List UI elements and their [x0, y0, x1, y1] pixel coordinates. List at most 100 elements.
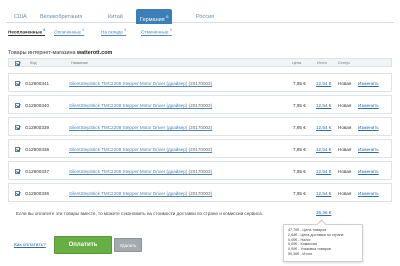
- row-total-link[interactable]: 12,54 €: [316, 103, 331, 108]
- table-row: G12900336 SilentStepStick TMC2208 Steppe…: [8, 183, 392, 202]
- filter-tab-count: 0: [82, 28, 85, 32]
- row-edit-link[interactable]: Изменить: [358, 191, 379, 196]
- row-code: G12900336: [25, 191, 50, 196]
- table-row: G12900341 SilentStepStick TMC2208 Steppe…: [8, 73, 392, 92]
- country-tab-usa[interactable]: США: [10, 12, 31, 23]
- row-checkbox[interactable]: [15, 191, 20, 196]
- row-product-link[interactable]: SilentStepStick TMC2208 Stepper Motor Dr…: [69, 169, 212, 174]
- header-name: Название: [71, 61, 88, 65]
- tooltip-line-total: 50,36€ - Итого: [288, 251, 313, 256]
- row-price: 7,95 €: [293, 191, 306, 196]
- table-row: G12900339 SilentStepStick TMC2208 Steppe…: [8, 117, 392, 136]
- row-total-link[interactable]: 12,54 €: [316, 169, 331, 174]
- country-tab-count: 6: [166, 14, 169, 19]
- filter-tab-count: 0: [169, 28, 172, 32]
- country-tab-label: Великобритания: [40, 14, 83, 20]
- pay-button[interactable]: Оплатить: [54, 236, 112, 254]
- row-code: G12900341: [25, 81, 50, 86]
- section-caption-text: Товары интернет-магазина: [8, 50, 76, 56]
- select-all-checkbox[interactable]: [15, 61, 20, 66]
- table-row: G12900340 SilentStepStick TMC2208 Steppe…: [8, 95, 392, 114]
- total-sum-link[interactable]: 36,36 €: [316, 210, 331, 215]
- row-status: Новая: [338, 169, 352, 174]
- row-edit-link[interactable]: Изменить: [358, 81, 379, 86]
- row-status: Новая: [338, 191, 352, 196]
- row-price: 7,95 €: [293, 81, 306, 86]
- combine-savings-note: Если вы оплатите эти товары вместе, то м…: [16, 211, 263, 216]
- row-product-link[interactable]: SilentStepStick TMC2208 Stepper Motor Dr…: [69, 147, 212, 152]
- row-checkbox[interactable]: [15, 147, 20, 152]
- section-caption: Товары интернет-магазина watterott.com: [8, 50, 112, 56]
- header-shipping: Итого: [317, 61, 327, 65]
- row-price: 7,95 €: [293, 147, 306, 152]
- store-name: watterott.com: [76, 50, 113, 56]
- row-product-name: SilentStepStick TMC2208 Stepper Motor Dr…: [69, 169, 188, 174]
- row-product-name: SilentStepStick TMC2208 Stepper Motor Dr…: [69, 191, 188, 196]
- row-product-ref: (20170003): [188, 147, 213, 152]
- row-checkbox[interactable]: [15, 81, 20, 86]
- row-price: 7,95 €: [293, 125, 306, 130]
- row-checkbox[interactable]: [15, 125, 20, 130]
- country-tab-label: США: [14, 14, 27, 20]
- row-checkbox[interactable]: [15, 103, 20, 108]
- row-total-link[interactable]: 12,54 €: [316, 147, 331, 152]
- filter-tab-paid[interactable]: Оплаченные 0: [54, 28, 84, 35]
- country-tabs: США Великобритания Китай Германия 6 Росс…: [6, 9, 394, 24]
- filter-tab-label: Оплаченные: [54, 29, 82, 35]
- filter-tab-label: На складе: [101, 29, 123, 35]
- country-tab-germany[interactable]: Германия 6: [136, 9, 173, 24]
- cost-breakdown-tooltip: 47,70€ - Цена товаров 2,64€ - Цена доста…: [283, 224, 363, 262]
- row-product-link[interactable]: SilentStepStick TMC2208 Stepper Motor Dr…: [69, 103, 212, 108]
- table-header: Код Название Цена Итого Статус: [8, 58, 392, 67]
- row-product-ref: (20170003): [188, 169, 213, 174]
- delete-button[interactable]: Удалить: [114, 238, 142, 252]
- filter-tab-count: 0: [124, 28, 127, 32]
- row-product-ref: (20170003): [188, 103, 213, 108]
- row-status: Новая: [338, 103, 352, 108]
- row-product-link[interactable]: SilentStepStick TMC2208 Stepper Motor Dr…: [69, 81, 212, 86]
- country-tab-label: Китай: [108, 14, 123, 20]
- row-product-ref: (20170003): [188, 125, 213, 130]
- country-tab-russia[interactable]: Россия: [192, 12, 218, 23]
- row-status: Новая: [338, 81, 352, 86]
- country-tab-label: Германия: [140, 16, 165, 23]
- row-product-name: SilentStepStick TMC2208 Stepper Motor Dr…: [69, 81, 188, 86]
- row-product-link[interactable]: SilentStepStick TMC2208 Stepper Motor Dr…: [69, 125, 212, 130]
- row-edit-link[interactable]: Изменить: [358, 125, 379, 130]
- row-price: 7,95 €: [293, 169, 306, 174]
- row-product-name: SilentStepStick TMC2208 Stepper Motor Dr…: [69, 103, 188, 108]
- row-edit-link[interactable]: Изменить: [358, 169, 379, 174]
- row-product-name: SilentStepStick TMC2208 Stepper Motor Dr…: [69, 147, 188, 152]
- row-product-link[interactable]: SilentStepStick TMC2208 Stepper Motor Dr…: [69, 191, 212, 196]
- row-checkbox[interactable]: [15, 169, 20, 174]
- country-tab-label: Россия: [196, 14, 215, 20]
- filter-tab-unpaid[interactable]: Неоплаченные 6: [8, 28, 46, 36]
- row-total-link[interactable]: 12,54 €: [316, 125, 331, 130]
- filter-tab-count: 6: [43, 28, 46, 32]
- row-total-link[interactable]: 12,54 €: [316, 191, 331, 196]
- row-code: G12900337: [25, 169, 50, 174]
- header-price: Цена: [292, 61, 302, 65]
- header-code: Код: [30, 61, 37, 65]
- row-product-ref: (20170003): [188, 191, 213, 196]
- filter-tab-label: Неоплаченные: [8, 29, 43, 35]
- row-price: 7,95 €: [293, 103, 306, 108]
- how-to-pay-link[interactable]: Как оплатить?: [14, 243, 46, 248]
- row-edit-link[interactable]: Изменить: [358, 147, 379, 152]
- country-tab-uk[interactable]: Великобритания: [36, 12, 86, 23]
- country-tab-china[interactable]: Китай: [104, 12, 127, 23]
- filter-tab-in-stock[interactable]: На складе 0: [101, 28, 126, 35]
- row-total-link[interactable]: 12,54 €: [316, 81, 331, 86]
- filter-tab-cancelled[interactable]: Отменённые 0: [141, 28, 172, 35]
- row-code: G12900338: [25, 147, 50, 152]
- row-code: G12900339: [25, 125, 50, 130]
- header-status: Статус: [338, 61, 351, 65]
- row-code: G12900340: [25, 103, 50, 108]
- row-status: Новая: [338, 125, 352, 130]
- row-edit-link[interactable]: Изменить: [358, 103, 379, 108]
- table-row: G12900337 SilentStepStick TMC2208 Steppe…: [8, 161, 392, 180]
- table-row: G12900338 SilentStepStick TMC2208 Steppe…: [8, 139, 392, 158]
- row-product-name: SilentStepStick TMC2208 Stepper Motor Dr…: [69, 125, 188, 130]
- row-product-ref: (20170003): [188, 81, 213, 86]
- row-status: Новая: [338, 147, 352, 152]
